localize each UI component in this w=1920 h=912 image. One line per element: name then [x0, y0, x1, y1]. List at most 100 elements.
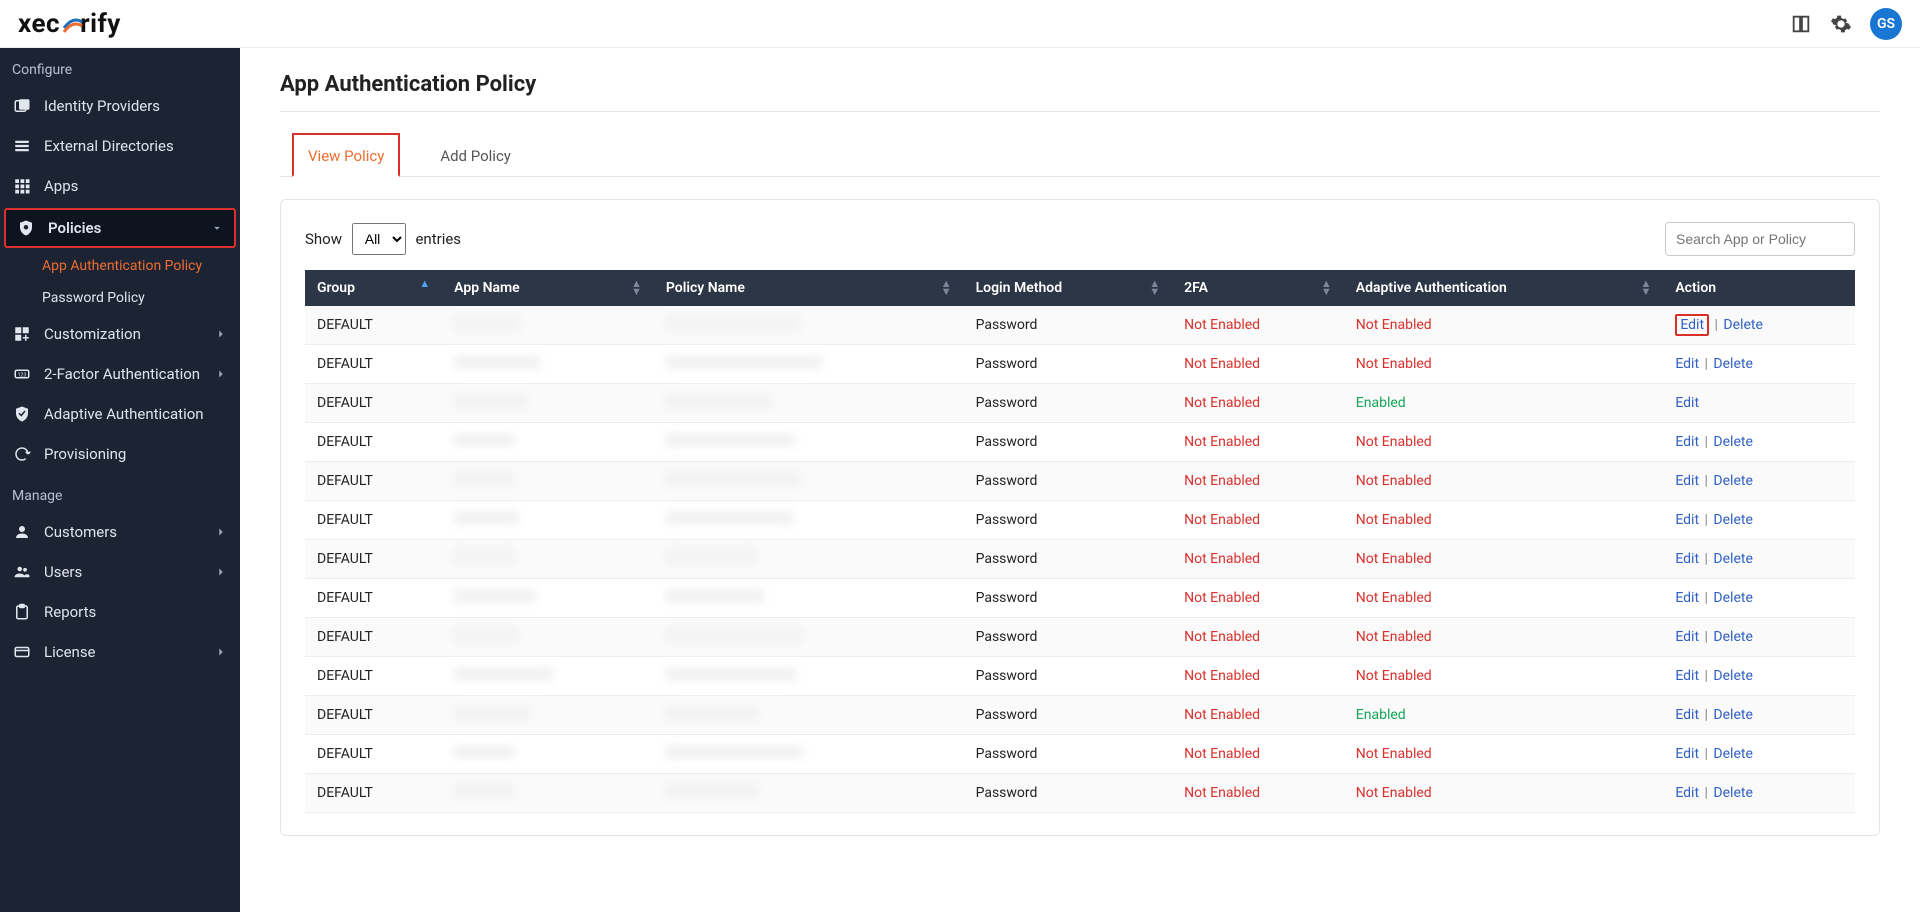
sidebar-item-provisioning[interactable]: Provisioning: [0, 434, 240, 474]
sidebar-item-2fa[interactable]: 123 2-Factor Authentication: [0, 354, 240, 394]
cell-login-method: Password: [964, 696, 1173, 735]
edit-link[interactable]: Edit: [1675, 746, 1699, 762]
gear-icon[interactable]: [1830, 13, 1852, 35]
table-row: DEFAULTPasswordNot EnabledEnabledEdit: [305, 384, 1855, 423]
action-separator: |: [1701, 434, 1711, 450]
edit-link[interactable]: Edit: [1675, 668, 1699, 684]
action-separator: |: [1711, 317, 1721, 333]
sidebar-item-reports[interactable]: Reports: [0, 592, 240, 632]
col-group[interactable]: Group▲: [305, 270, 442, 306]
edit-link[interactable]: Edit: [1675, 590, 1699, 606]
edit-link[interactable]: Edit: [1675, 434, 1699, 450]
chevron-right-icon: [214, 645, 228, 659]
cell-policy-name: [654, 384, 964, 423]
sidebar-item-customization[interactable]: Customization: [0, 314, 240, 354]
cell-2fa: Not Enabled: [1172, 579, 1344, 618]
delete-link[interactable]: Delete: [1713, 668, 1752, 684]
cell-policy-name: [654, 501, 964, 540]
cell-adaptive: Not Enabled: [1344, 501, 1664, 540]
cell-login-method: Password: [964, 384, 1173, 423]
cell-login-method: Password: [964, 657, 1173, 696]
edit-link[interactable]: Edit: [1675, 629, 1699, 645]
delete-link[interactable]: Delete: [1713, 551, 1752, 567]
delete-link[interactable]: Delete: [1713, 434, 1752, 450]
delete-link[interactable]: Delete: [1713, 707, 1752, 723]
sidebar-item-label: Identity Providers: [44, 97, 160, 115]
policies-submenu: App Authentication Policy Password Polic…: [0, 250, 240, 314]
col-2fa[interactable]: 2FA▲▼: [1172, 270, 1344, 306]
logo-swoosh-icon: [61, 14, 79, 32]
sidebar-item-label: 2-Factor Authentication: [44, 365, 200, 383]
edit-link[interactable]: Edit: [1675, 512, 1699, 528]
cell-login-method: Password: [964, 306, 1173, 345]
delete-link[interactable]: Delete: [1723, 317, 1762, 333]
docs-icon[interactable]: [1790, 13, 1812, 35]
cell-group: DEFAULT: [305, 345, 442, 384]
cell-group: DEFAULT: [305, 774, 442, 813]
cell-group: DEFAULT: [305, 384, 442, 423]
sidebar-subitem-app-auth-policy[interactable]: App Authentication Policy: [28, 250, 240, 282]
cell-action: Edit | Delete: [1663, 501, 1855, 540]
cell-action: Edit | Delete: [1663, 540, 1855, 579]
tabs: View Policy Add Policy: [280, 132, 1880, 177]
sidebar-item-external-directories[interactable]: External Directories: [0, 126, 240, 166]
logo[interactable]: xec rify: [18, 9, 121, 39]
cell-action: Edit | Delete: [1663, 657, 1855, 696]
cell-app-name: [442, 501, 654, 540]
col-app-name[interactable]: App Name▲▼: [442, 270, 654, 306]
sidebar-subitem-password-policy[interactable]: Password Policy: [28, 282, 240, 314]
sidebar-item-license[interactable]: License: [0, 632, 240, 672]
edit-link[interactable]: Edit: [1675, 707, 1699, 723]
chevron-right-icon: [214, 327, 228, 341]
cell-app-name: [442, 657, 654, 696]
cell-action: Edit | Delete: [1663, 774, 1855, 813]
person-icon: [12, 522, 32, 542]
delete-link[interactable]: Delete: [1713, 512, 1752, 528]
cell-login-method: Password: [964, 579, 1173, 618]
edit-link[interactable]: Edit: [1675, 473, 1699, 489]
delete-link[interactable]: Delete: [1713, 473, 1752, 489]
col-policy-name[interactable]: Policy Name▲▼: [654, 270, 964, 306]
cell-login-method: Password: [964, 774, 1173, 813]
avatar[interactable]: GS: [1870, 8, 1902, 40]
cell-action: Edit | Delete: [1663, 462, 1855, 501]
sidebar-item-policies[interactable]: Policies: [4, 208, 236, 248]
sidebar-item-identity-providers[interactable]: Identity Providers: [0, 86, 240, 126]
cell-adaptive: Not Enabled: [1344, 657, 1664, 696]
delete-link[interactable]: Delete: [1713, 356, 1752, 372]
edit-link[interactable]: Edit: [1675, 785, 1699, 801]
sidebar-section-manage: Manage: [0, 474, 240, 512]
cell-group: DEFAULT: [305, 462, 442, 501]
sidebar-section-configure: Configure: [0, 48, 240, 86]
tab-add-policy[interactable]: Add Policy: [424, 133, 527, 177]
edit-link[interactable]: Edit: [1675, 314, 1709, 336]
entries-select[interactable]: All: [352, 223, 406, 255]
col-login-method[interactable]: Login Method▲▼: [964, 270, 1173, 306]
delete-link[interactable]: Delete: [1713, 785, 1752, 801]
sidebar-item-customers[interactable]: Customers: [0, 512, 240, 552]
table-row: DEFAULTPasswordNot EnabledNot EnabledEdi…: [305, 345, 1855, 384]
tab-view-policy[interactable]: View Policy: [292, 133, 400, 177]
cell-login-method: Password: [964, 618, 1173, 657]
cell-app-name: [442, 345, 654, 384]
sidebar-item-users[interactable]: Users: [0, 552, 240, 592]
sidebar-item-adaptive-auth[interactable]: Adaptive Authentication: [0, 394, 240, 434]
cell-2fa: Not Enabled: [1172, 735, 1344, 774]
cell-2fa: Not Enabled: [1172, 540, 1344, 579]
col-adaptive[interactable]: Adaptive Authentication▲▼: [1344, 270, 1664, 306]
edit-link[interactable]: Edit: [1675, 551, 1699, 567]
delete-link[interactable]: Delete: [1713, 629, 1752, 645]
table-row: DEFAULTPasswordNot EnabledNot EnabledEdi…: [305, 306, 1855, 345]
sidebar-item-label: Users: [44, 563, 82, 581]
search-input[interactable]: [1665, 222, 1855, 256]
cell-2fa: Not Enabled: [1172, 384, 1344, 423]
delete-link[interactable]: Delete: [1713, 590, 1752, 606]
cell-adaptive: Not Enabled: [1344, 735, 1664, 774]
delete-link[interactable]: Delete: [1713, 746, 1752, 762]
cell-action: Edit | Delete: [1663, 618, 1855, 657]
sidebar-item-apps[interactable]: Apps: [0, 166, 240, 206]
cell-group: DEFAULT: [305, 696, 442, 735]
edit-link[interactable]: Edit: [1675, 395, 1699, 411]
edit-link[interactable]: Edit: [1675, 356, 1699, 372]
customize-icon: [12, 324, 32, 344]
